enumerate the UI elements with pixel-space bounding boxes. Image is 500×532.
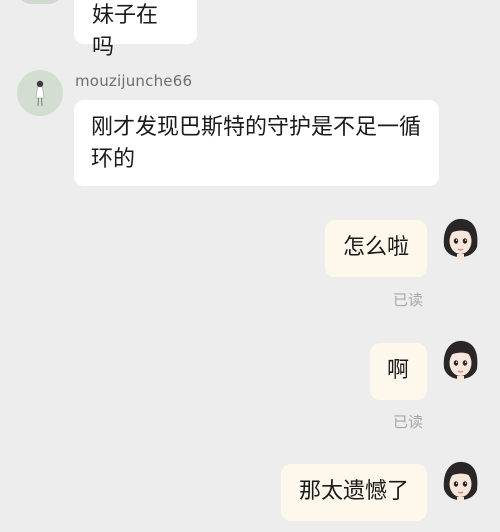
my-avatar[interactable] [437,459,483,505]
chat-view: 妹子在吗 mouzijunche66 刚才发现巴斯特的守护是不足一循环的 怎么啦 [0,0,500,532]
my-avatar[interactable] [437,338,483,384]
read-status: 已读 [393,413,424,431]
sender-avatar[interactable] [17,0,63,4]
sender-name: mouzijunche66 [75,72,193,90]
message-text: 妹子在吗 [92,3,159,60]
message-bubble[interactable]: 啊 [370,343,427,400]
message-text: 怎么啦 [343,235,410,260]
message-bubble[interactable]: 怎么啦 [325,220,427,277]
my-avatar[interactable] [437,216,483,262]
message-bubble[interactable]: 妹子在吗 [74,0,197,60]
message-text: 啊 [387,358,410,383]
read-status: 已读 [393,291,424,309]
message-text: 那太遗憾了 [299,479,410,504]
message-bubble[interactable]: 刚才发现巴斯特的守护是不足一循环的 [74,100,439,186]
cartoon-girl-icon [437,338,483,384]
girl-silhouette-icon [17,70,63,116]
sender-avatar[interactable] [17,70,63,116]
message-bubble[interactable]: 那太遗憾了 [281,464,427,521]
cartoon-girl-icon [437,216,483,262]
message-text: 刚才发现巴斯特的守护是不足一循环的 [91,115,422,172]
cartoon-girl-icon [437,459,483,505]
